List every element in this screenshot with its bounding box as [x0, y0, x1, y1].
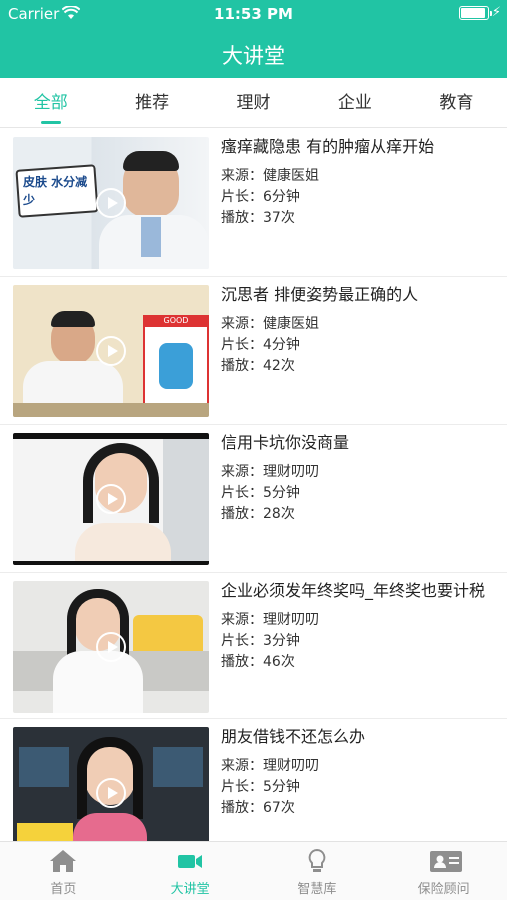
video-camera-icon	[175, 848, 205, 874]
video-list-item[interactable]: 企业必须发年终奖吗_年终奖也要计税 来源：理财叨叨 片长：3分钟 播放：46次	[0, 573, 507, 719]
tab-all[interactable]: 全部	[0, 78, 101, 127]
tab-label: 教育	[439, 93, 474, 113]
tab-finance[interactable]: 理财	[203, 78, 304, 127]
play-icon	[96, 484, 126, 514]
video-title: 瘙痒藏隐患 有的肿瘤从痒开始	[221, 137, 435, 156]
tab-education[interactable]: 教育	[406, 78, 507, 127]
tab-label: 全部	[33, 93, 68, 113]
tabbar-item-knowledge[interactable]: 智慧库	[254, 842, 381, 900]
tabbar-item-lecture[interactable]: 大讲堂	[127, 842, 254, 900]
video-thumbnail[interactable]	[13, 727, 209, 841]
video-list-item[interactable]: 皮肤 水分减少 瘙痒藏隐患 有的肿瘤从痒开始 来源：健康医姐 片长：6分钟 播放…	[0, 129, 507, 277]
tab-enterprise[interactable]: 企业	[304, 78, 405, 127]
video-source: 来源：健康医姐	[221, 316, 319, 332]
status-bar: Carrier 11:53 PM ⚡	[0, 0, 507, 28]
tab-label: 理财	[236, 93, 271, 113]
video-duration: 片长：5分钟	[221, 485, 300, 501]
lightbulb-icon	[302, 848, 332, 874]
video-title: 沉思者 排便姿势最正确的人	[221, 285, 419, 304]
video-play-count: 播放：67次	[221, 800, 295, 816]
active-tab-indicator	[40, 121, 61, 124]
video-duration: 片长：4分钟	[221, 337, 300, 353]
video-source: 来源：健康医姐	[221, 168, 319, 184]
video-play-count: 播放：28次	[221, 506, 295, 522]
tabbar-item-insurance-advisor[interactable]: 保险顾问	[380, 842, 507, 900]
video-info: 朋友借钱不还怎么办 来源：理财叨叨 片长：5分钟 播放：67次	[221, 726, 495, 819]
tab-label: 企业	[337, 93, 372, 113]
video-thumbnail[interactable]: GOOD	[13, 285, 209, 417]
category-tabs: 全部 推荐 理财 企业 教育	[0, 78, 507, 128]
video-play-count: 播放：42次	[221, 358, 295, 374]
battery-icon	[459, 6, 492, 20]
play-icon	[96, 336, 126, 366]
video-play-count: 播放：37次	[221, 210, 295, 226]
play-icon	[96, 778, 126, 808]
video-list: 皮肤 水分减少 瘙痒藏隐患 有的肿瘤从痒开始 来源：健康医姐 片长：6分钟 播放…	[0, 129, 507, 841]
tab-recommended[interactable]: 推荐	[101, 78, 202, 127]
video-info: 瘙痒藏隐患 有的肿瘤从痒开始 来源：健康医姐 片长：6分钟 播放：37次	[221, 136, 495, 229]
video-list-item[interactable]: 信用卡坑你没商量 来源：理财叨叨 片长：5分钟 播放：28次	[0, 425, 507, 573]
tabbar-label: 大讲堂	[170, 882, 210, 897]
thumbnail-caption: GOOD	[143, 315, 209, 327]
video-source: 来源：理财叨叨	[221, 464, 319, 480]
tabbar-item-home[interactable]: 首页	[0, 842, 127, 900]
play-icon	[96, 632, 126, 662]
video-title: 朋友借钱不还怎么办	[221, 727, 366, 746]
tabbar-label: 智慧库	[297, 882, 337, 897]
nav-header: Carrier 11:53 PM ⚡ 大讲堂	[0, 0, 507, 78]
video-thumbnail[interactable]	[13, 433, 209, 565]
tabbar-label: 首页	[50, 882, 77, 897]
video-list-item[interactable]: 朋友借钱不还怎么办 来源：理财叨叨 片长：5分钟 播放：67次	[0, 719, 507, 841]
video-thumbnail[interactable]	[13, 581, 209, 713]
video-duration: 片长：6分钟	[221, 189, 300, 205]
home-icon	[48, 848, 78, 874]
thumbnail-caption: 皮肤 水分减少	[23, 175, 88, 207]
app-screen: Carrier 11:53 PM ⚡ 大讲堂 全部 推荐 理财 企业 教育 皮肤…	[0, 0, 507, 900]
video-duration: 片长：3分钟	[221, 633, 300, 649]
video-info: 企业必须发年终奖吗_年终奖也要计税 来源：理财叨叨 片长：3分钟 播放：46次	[221, 580, 495, 673]
video-list-item[interactable]: GOOD 沉思者 排便姿势最正确的人 来源：健康医姐 片长：4分钟 播放：42次	[0, 277, 507, 425]
page-title: 大讲堂	[222, 44, 285, 68]
video-thumbnail[interactable]: 皮肤 水分减少	[13, 137, 209, 269]
video-info: 沉思者 排便姿势最正确的人 来源：健康医姐 片长：4分钟 播放：42次	[221, 284, 495, 377]
play-icon	[96, 188, 126, 218]
video-title: 企业必须发年终奖吗_年终奖也要计税	[221, 581, 486, 600]
tabbar-label: 保险顾问	[417, 882, 470, 897]
video-play-count: 播放：46次	[221, 654, 295, 670]
video-info: 信用卡坑你没商量 来源：理财叨叨 片长：5分钟 播放：28次	[221, 432, 495, 525]
bottom-tab-bar: 首页 大讲堂 智慧库 保险顾问	[0, 841, 507, 900]
clock-label: 11:53 PM	[214, 5, 293, 23]
charging-icon: ⚡	[491, 5, 501, 20]
video-title: 信用卡坑你没商量	[221, 433, 350, 452]
video-source: 来源：理财叨叨	[221, 612, 319, 628]
tab-label: 推荐	[135, 93, 170, 113]
contact-card-icon	[429, 848, 462, 874]
video-source: 来源：理财叨叨	[221, 758, 319, 774]
video-duration: 片长：5分钟	[221, 779, 300, 795]
